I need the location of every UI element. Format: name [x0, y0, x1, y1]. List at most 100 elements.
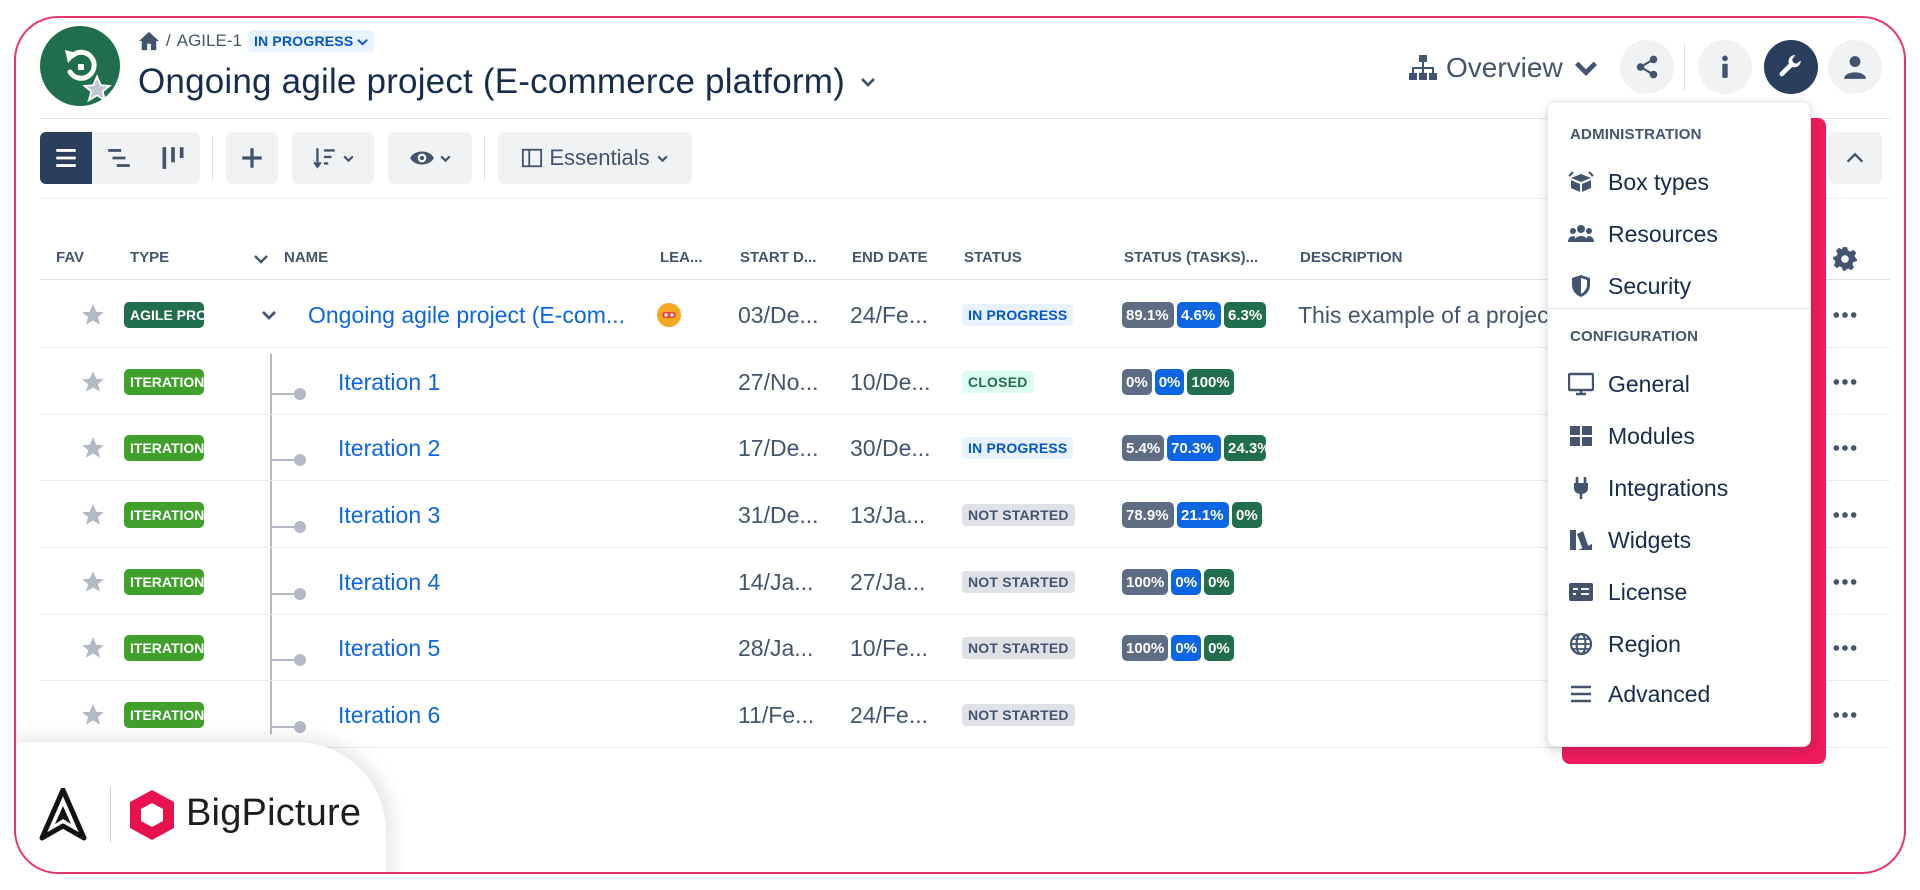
- status-badge[interactable]: NOT STARTED: [962, 504, 1075, 526]
- column-end-date[interactable]: END DATE: [852, 249, 928, 266]
- app-frame: / AGILE-1 IN PROGRESS Ongoing agile proj…: [14, 16, 1906, 874]
- column-preset-selector[interactable]: Essentials: [498, 132, 692, 184]
- type-cell: ITERATION: [124, 482, 204, 548]
- add-button-inner: [226, 132, 278, 184]
- menu-item-license[interactable]: License: [1568, 572, 1687, 612]
- item-name-link[interactable]: Iteration 6: [338, 702, 440, 729]
- more-actions-icon[interactable]: [1832, 302, 1858, 328]
- gear-icon[interactable]: [1832, 246, 1858, 272]
- menu-item-general[interactable]: General: [1568, 364, 1690, 404]
- item-name-link[interactable]: Iteration 2: [338, 435, 440, 462]
- more-actions-icon[interactable]: [1832, 502, 1858, 528]
- user-profile-button[interactable]: [1828, 40, 1882, 94]
- chevron-down-icon: [439, 155, 451, 162]
- column-status[interactable]: STATUS: [964, 249, 1022, 266]
- menu-item-advanced[interactable]: Advanced: [1568, 674, 1710, 714]
- status-badge[interactable]: IN PROGRESS: [962, 304, 1074, 326]
- item-name-link[interactable]: Iteration 5: [338, 635, 440, 662]
- info-button[interactable]: [1698, 40, 1752, 94]
- add-button[interactable]: [226, 132, 278, 184]
- chevron-down-icon: [657, 155, 668, 162]
- name-cell: Iteration 4: [338, 549, 638, 615]
- menu-item-security[interactable]: Security: [1568, 266, 1691, 306]
- share-icon: [1636, 55, 1658, 79]
- progress-todo-badge: 0%: [1122, 369, 1152, 395]
- more-actions-icon[interactable]: [1832, 435, 1858, 461]
- brand-name: BigPicture: [186, 792, 362, 834]
- row-actions-cell: [1832, 482, 1858, 548]
- share-button[interactable]: [1620, 40, 1674, 94]
- item-name-link[interactable]: Ongoing agile project (E-com...: [308, 302, 625, 329]
- menu-item-modules[interactable]: Modules: [1568, 416, 1695, 456]
- column-lead[interactable]: LEA...: [660, 249, 703, 266]
- name-cell: Iteration 1: [338, 349, 638, 415]
- user-icon: [1844, 56, 1866, 79]
- tree-list-icon: [108, 149, 130, 167]
- sort-button[interactable]: [292, 132, 374, 184]
- more-actions-icon[interactable]: [1832, 369, 1858, 395]
- star-icon[interactable]: [80, 569, 106, 595]
- progress-done-badge: 6.3%: [1224, 302, 1266, 328]
- column-status-tasks[interactable]: STATUS (TASKS)...: [1124, 249, 1258, 266]
- menu-item-box-types[interactable]: Box types: [1568, 162, 1709, 202]
- menu-item-widgets[interactable]: Widgets: [1568, 520, 1691, 560]
- breadcrumb: / AGILE-1 IN PROGRESS: [138, 30, 375, 52]
- column-name[interactable]: NAME: [284, 249, 328, 266]
- page-title[interactable]: Ongoing agile project (E-commerce platfo…: [138, 62, 877, 102]
- star-icon[interactable]: [80, 302, 106, 328]
- type-cell: ITERATION: [124, 682, 204, 748]
- list-view-button[interactable]: [40, 132, 92, 184]
- star-icon[interactable]: [80, 369, 106, 395]
- breadcrumb-status-label: IN PROGRESS: [253, 33, 354, 49]
- home-icon[interactable]: [138, 31, 160, 51]
- status-badge[interactable]: NOT STARTED: [962, 704, 1075, 726]
- type-cell: ITERATION: [124, 415, 204, 481]
- menu-item-label: Box types: [1608, 168, 1709, 195]
- type-badge: ITERATION: [124, 435, 204, 461]
- item-name-link[interactable]: Iteration 1: [338, 369, 440, 396]
- lead-avatar-icon[interactable]: [656, 302, 682, 328]
- status-badge[interactable]: NOT STARTED: [962, 571, 1075, 593]
- plus-icon: [242, 148, 262, 168]
- board-view-button[interactable]: [146, 132, 200, 184]
- menu-item-region[interactable]: Region: [1568, 624, 1681, 664]
- breadcrumb-status[interactable]: IN PROGRESS: [247, 30, 375, 52]
- menu-item-resources[interactable]: Resources: [1568, 214, 1718, 254]
- collapse-header-button[interactable]: [1828, 132, 1882, 184]
- settings-button[interactable]: [1764, 40, 1818, 94]
- chevron-down-icon[interactable]: [260, 306, 278, 324]
- item-name-link[interactable]: Iteration 3: [338, 502, 440, 529]
- visibility-button[interactable]: [388, 132, 472, 184]
- status-badge[interactable]: IN PROGRESS: [962, 437, 1074, 459]
- more-actions-icon[interactable]: [1832, 569, 1858, 595]
- tree-view-button[interactable]: [92, 132, 146, 184]
- star-icon[interactable]: [80, 635, 106, 661]
- column-start-date[interactable]: START D...: [740, 249, 816, 266]
- start-date: 31/De...: [738, 501, 819, 528]
- end-date: 30/De...: [850, 434, 931, 461]
- column-description[interactable]: DESCRIPTION: [1300, 249, 1403, 266]
- end-date-cell: 24/Fe...: [850, 682, 940, 748]
- menu-item-integrations[interactable]: Integrations: [1568, 468, 1728, 508]
- item-name-link[interactable]: Iteration 4: [338, 569, 440, 596]
- row-actions-cell: [1832, 349, 1858, 415]
- end-date: 10/Fe...: [850, 634, 928, 661]
- star-icon[interactable]: [82, 74, 112, 104]
- view-selector-button[interactable]: Overview: [1408, 48, 1601, 88]
- expand-all-icon[interactable]: [252, 250, 270, 268]
- star-icon[interactable]: [80, 435, 106, 461]
- more-actions-icon[interactable]: [1832, 702, 1858, 728]
- more-actions-icon[interactable]: [1832, 635, 1858, 661]
- status-tasks-cell: 5.4% 70.3% 24.3%: [1122, 415, 1269, 481]
- start-date-cell: 03/De...: [738, 282, 828, 348]
- type-cell: ITERATION: [124, 615, 204, 681]
- star-icon[interactable]: [80, 502, 106, 528]
- status-badge[interactable]: CLOSED: [962, 371, 1034, 393]
- type-badge: ITERATION: [124, 569, 204, 595]
- column-type[interactable]: TYPE: [130, 249, 169, 266]
- column-fav[interactable]: FAV: [56, 249, 84, 266]
- columns-icon: [522, 148, 543, 168]
- breadcrumb-key[interactable]: AGILE-1: [177, 31, 242, 51]
- status-badge[interactable]: NOT STARTED: [962, 637, 1075, 659]
- star-icon[interactable]: [80, 702, 106, 728]
